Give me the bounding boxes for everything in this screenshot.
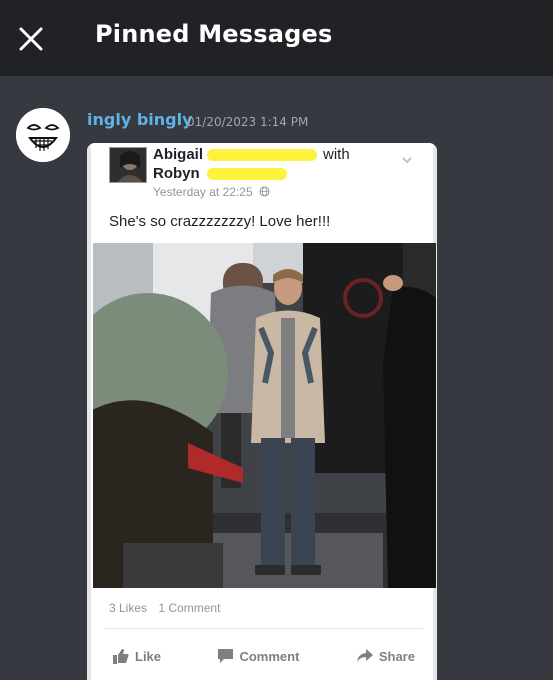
grinning-face-sketch-icon [16, 108, 70, 162]
post-actions: Like Comment Share [105, 643, 423, 669]
share-button[interactable]: Share [349, 643, 423, 669]
share-label: Share [378, 648, 415, 664]
thumbs-up-icon [113, 648, 129, 664]
like-button[interactable]: Like [105, 643, 169, 669]
post-stats: 3 Likes 1 Comment [109, 601, 228, 615]
facebook-post-card: Abigail with Robyn Yesterday at 22:25 Sh… [87, 143, 437, 680]
with-label: with [323, 146, 350, 163]
like-label: Like [135, 648, 162, 664]
avatar[interactable] [16, 108, 70, 162]
chevron-down-icon [401, 151, 413, 164]
close-icon[interactable] [16, 24, 46, 54]
likes-count[interactable]: 3 Likes [109, 601, 147, 615]
comment-button[interactable]: Comment [210, 643, 307, 669]
post-text: She's so crazzzzzzzy! Love her!!! [109, 213, 331, 230]
post-photo [93, 243, 436, 588]
comments-count[interactable]: 1 Comment [158, 601, 220, 615]
comment-icon [218, 649, 234, 663]
divider [105, 628, 423, 629]
poster-name: Abigail [153, 146, 204, 163]
message-author[interactable]: ingly bingly [87, 110, 193, 129]
attached-image[interactable]: Abigail with Robyn Yesterday at 22:25 Sh… [87, 143, 437, 680]
globe-icon [259, 186, 270, 197]
modal-header: Pinned Messages [0, 0, 553, 76]
poster-name-line: Abigail [153, 146, 413, 164]
tagged-name-line: Robyn [153, 165, 287, 182]
redaction-mark [207, 149, 318, 162]
post-time-text: Yesterday at 22:25 [153, 185, 253, 199]
share-icon [356, 649, 373, 662]
redaction-mark [206, 168, 287, 181]
message-timestamp: 01/20/2023 1:14 PM [187, 115, 309, 129]
tagged-name: Robyn [153, 165, 200, 182]
comment-label: Comment [239, 648, 300, 664]
post-time: Yesterday at 22:25 [153, 185, 270, 199]
poster-avatar [109, 147, 147, 183]
page-title: Pinned Messages [95, 20, 333, 48]
